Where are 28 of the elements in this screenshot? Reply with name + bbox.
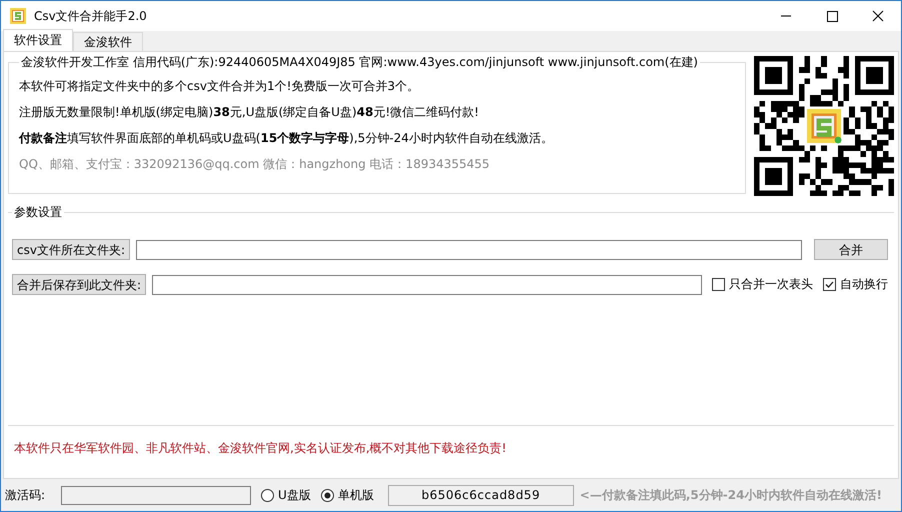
group-title: 参数设置 [13, 204, 63, 221]
checkbox[interactable] [712, 278, 725, 291]
contact-text: QQ、邮箱、支付宝：332092136@qq.com 微信：hangzhong 电话：18934355455 [19, 156, 491, 173]
target-folder-button[interactable]: 合并后保存到此文件夹: [12, 274, 146, 295]
checkbox-label: 只合并一次表头 [729, 276, 813, 293]
radio-label: U盘版 [278, 486, 311, 504]
activation-label: 激活码: [5, 486, 46, 504]
source-folder-field[interactable] [136, 240, 802, 260]
source-folder-button[interactable]: csv文件所在文件夹: [12, 239, 130, 260]
target-folder-field[interactable] [152, 274, 702, 294]
tab[interactable]: 软件设置 [3, 29, 73, 51]
info-text: 本软件可将指定文件夹中的多个csv文件合并为1个!免费版一次可合并3个。 [19, 78, 420, 95]
group-title: 金浚软件开发工作室 信用代码(广东):92440605MA4X049J85 官网:www.43yes.com/jinjunsoft www.jinjunsoft.com(在建) [20, 54, 699, 71]
checkbox-label: 自动换行 [840, 276, 888, 293]
tab[interactable]: 金浚软件 [73, 32, 143, 51]
radio-label: 单机版 [338, 486, 374, 504]
activation-code-field[interactable] [61, 486, 251, 504]
radio-button[interactable] [261, 488, 274, 502]
window-title: Csv文件合并能手2.0 [34, 8, 147, 24]
radio-button[interactable] [320, 488, 334, 502]
notice-text: 本软件只在华军软件园、非凡软件站、金浚软件官网,实名认证发布,概不对其他下载途径负责! [14, 440, 508, 457]
machine-code-field: b6506c6ccad8d59 [388, 484, 574, 506]
hint-text: <—付款备注填此码,5分钟-24小时内软件自动在线激活! [580, 486, 882, 504]
info-text: 付款备注填写软件界面底部的单机码或U盘码(15个数字与字母),5分钟-24小时内软件自动在线激活。 [19, 130, 554, 147]
merge-button[interactable]: 合并 [814, 239, 888, 260]
checkbox[interactable] [823, 278, 836, 291]
app-logo-icon [10, 8, 26, 24]
info-text: 注册版无数量限制!单机版(绑定电脑)38元,U盘版(绑定自备U盘)48元!微信二维码付款! [19, 104, 480, 121]
